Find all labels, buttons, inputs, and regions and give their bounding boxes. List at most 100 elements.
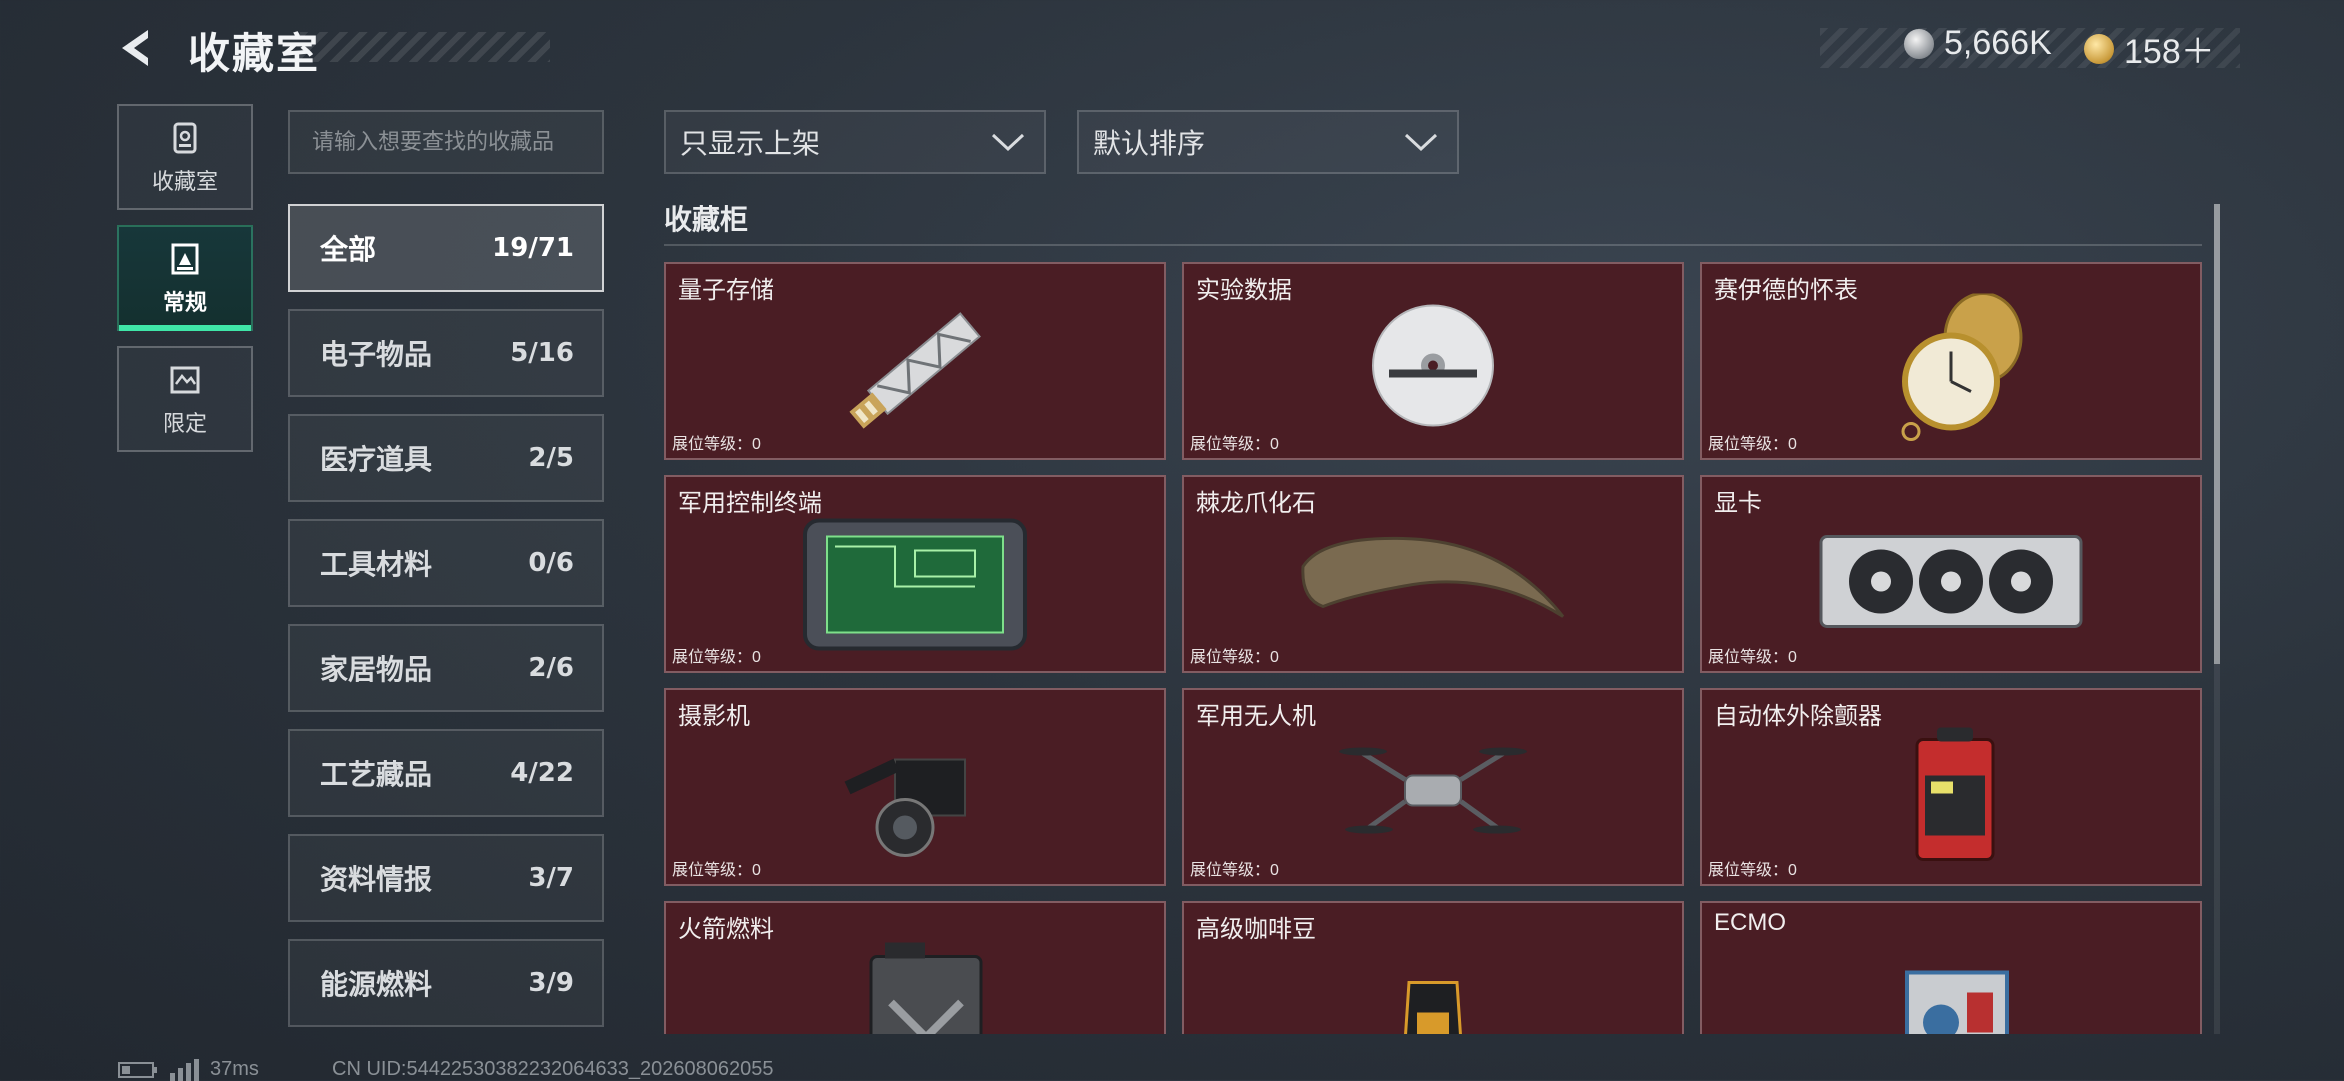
category-energy[interactable]: 能源燃料 3/9 [288,939,604,1027]
item-level: 展位等级：0 [1708,862,1797,879]
category-name: 全部 [320,234,377,265]
item-level: 展位等级：0 [1190,649,1279,666]
item-level: 展位等级：0 [1190,862,1279,879]
category-name: 电子物品 [320,339,433,370]
category-name: 能源燃料 [320,969,433,1000]
nav-limited-label: 限定 [162,411,207,436]
item-name: 量子存储 [678,277,774,304]
defibrillator-icon [1915,727,1995,861]
back-arrow-icon [122,30,148,66]
category-electronics[interactable]: 电子物品 5/16 [288,309,604,397]
category-household[interactable]: 家居物品 2/6 [288,624,604,712]
item-card[interactable]: 军用控制终端 展位等级：0 [664,475,1166,673]
coffee-bag-icon [1404,981,1462,1034]
category-name: 医疗道具 [320,444,433,475]
item-level: 展位等级：0 [672,649,761,666]
item-name: 军用无人机 [1196,703,1316,730]
category-name: 工具材料 [320,549,433,580]
display-filter-value: 只显示上架 [680,128,821,159]
limited-icon [165,360,205,400]
item-name: 军用控制终端 [678,490,822,517]
silver-coin-icon [1904,28,1934,59]
battery-icon [118,1061,157,1078]
graphics-card-icon [1819,535,2083,628]
item-name: 实验数据 [1196,277,1292,304]
category-intel[interactable]: 资料情报 3/7 [288,834,604,922]
item-card[interactable]: 自动体外除颤器 展位等级：0 [1700,688,2202,886]
category-count: 2/5 [528,443,574,473]
item-level: 展位等级：0 [1708,436,1797,453]
uid-text: CN UID:5442253038223206463​3_20260806205… [332,1058,774,1080]
currency-gold-value: 158＋ [2124,33,2215,71]
category-count: 19/71 [492,233,574,263]
usb-drive-icon [849,312,981,429]
grid-scrollbar-thumb[interactable] [2214,204,2220,664]
category-name: 工艺藏品 [320,759,433,790]
currency-silver-value: 5,666K [1944,24,2052,62]
control-terminal-icon [803,518,1027,651]
item-card[interactable]: 赛伊德的怀表 展位等级：0 [1700,262,2202,460]
item-name: 赛伊德的怀表 [1714,277,1858,304]
regular-icon [165,239,205,279]
currency-gold[interactable]: 158＋ [2084,24,2215,73]
fuel-can-icon [869,942,983,1034]
signal-icon [170,1058,199,1081]
item-card[interactable]: 显卡 展位等级：0 [1700,475,2202,673]
page-title: 收藏室 [188,30,321,77]
category-count: 3/7 [528,863,574,893]
item-card[interactable]: 实验数据 展位等级：0 [1182,262,1684,460]
ecmo-icon [1905,970,2009,1034]
gold-coin-icon [2084,33,2114,64]
nav-limited[interactable]: 限定 [117,346,253,452]
category-crafts[interactable]: 工艺藏品 4/22 [288,729,604,817]
section-divider [664,244,2202,246]
status-bar: 37ms [118,1058,259,1081]
category-name: 家居物品 [320,654,433,685]
item-name: 摄影机 [678,703,750,730]
item-card[interactable]: 棘龙爪化石 展位等级：0 [1182,475,1684,673]
item-card[interactable]: 量子存储 展位等级：0 [664,262,1166,460]
item-name: 显卡 [1714,490,1762,517]
nav-collection-room[interactable]: 收藏室 [117,104,253,210]
drone-icon [1339,747,1527,834]
nav-regular-label: 常规 [162,290,207,315]
item-card[interactable]: 高级咖啡豆 [1182,901,1684,1034]
chevron-down-icon [991,133,1025,152]
item-card[interactable]: 摄影机 展位等级：0 [664,688,1166,886]
item-name: 自动体外除颤器 [1714,703,1882,730]
nav-regular[interactable]: 常规 [117,225,253,331]
sort-value: 默认排序 [1093,128,1206,159]
sort-dropdown[interactable]: 默认排序 [1077,110,1459,174]
category-count: 5/16 [510,338,574,368]
item-level: 展位等级：0 [1708,649,1797,666]
item-name: 棘龙爪化石 [1196,490,1316,517]
section-title: 收藏柜 [664,204,749,235]
chevron-down-icon [1404,133,1438,152]
search-box[interactable] [288,110,604,174]
item-name: 高级咖啡豆 [1196,916,1316,943]
title-decoration [300,32,550,62]
nav-collection-room-label: 收藏室 [151,169,218,194]
category-count: 2/6 [528,653,574,683]
category-count: 4/22 [510,758,574,788]
item-level: 展位等级：0 [1190,436,1279,453]
currency-silver[interactable]: 5,666K [1904,24,2052,63]
back-button[interactable] [110,22,162,74]
item-card[interactable]: 军用无人机 展位等级：0 [1182,688,1684,886]
item-name: ECMO [1714,909,1786,936]
pocket-watch-icon [1901,293,2023,441]
item-card[interactable]: 火箭燃料 [664,901,1166,1034]
category-medical[interactable]: 医疗道具 2/5 [288,414,604,502]
claw-fossil-icon [1301,536,1565,618]
category-name: 资料情报 [320,864,433,895]
category-tools[interactable]: 工具材料 0/6 [288,519,604,607]
search-input[interactable] [290,112,602,172]
category-count: 0/6 [528,548,574,578]
item-card[interactable]: ECMO [1700,901,2202,1034]
disc-icon [1372,304,1494,427]
category-all[interactable]: 全部 19/71 [288,204,604,292]
item-level: 展位等级：0 [672,862,761,879]
display-filter-dropdown[interactable]: 只显示上架 [664,110,1046,174]
active-indicator [119,325,251,331]
item-grid: 量子存储 展位等级：0 实验数据 展位等级：0 赛伊德的怀表 展位等级：0 军用… [662,262,2202,1034]
